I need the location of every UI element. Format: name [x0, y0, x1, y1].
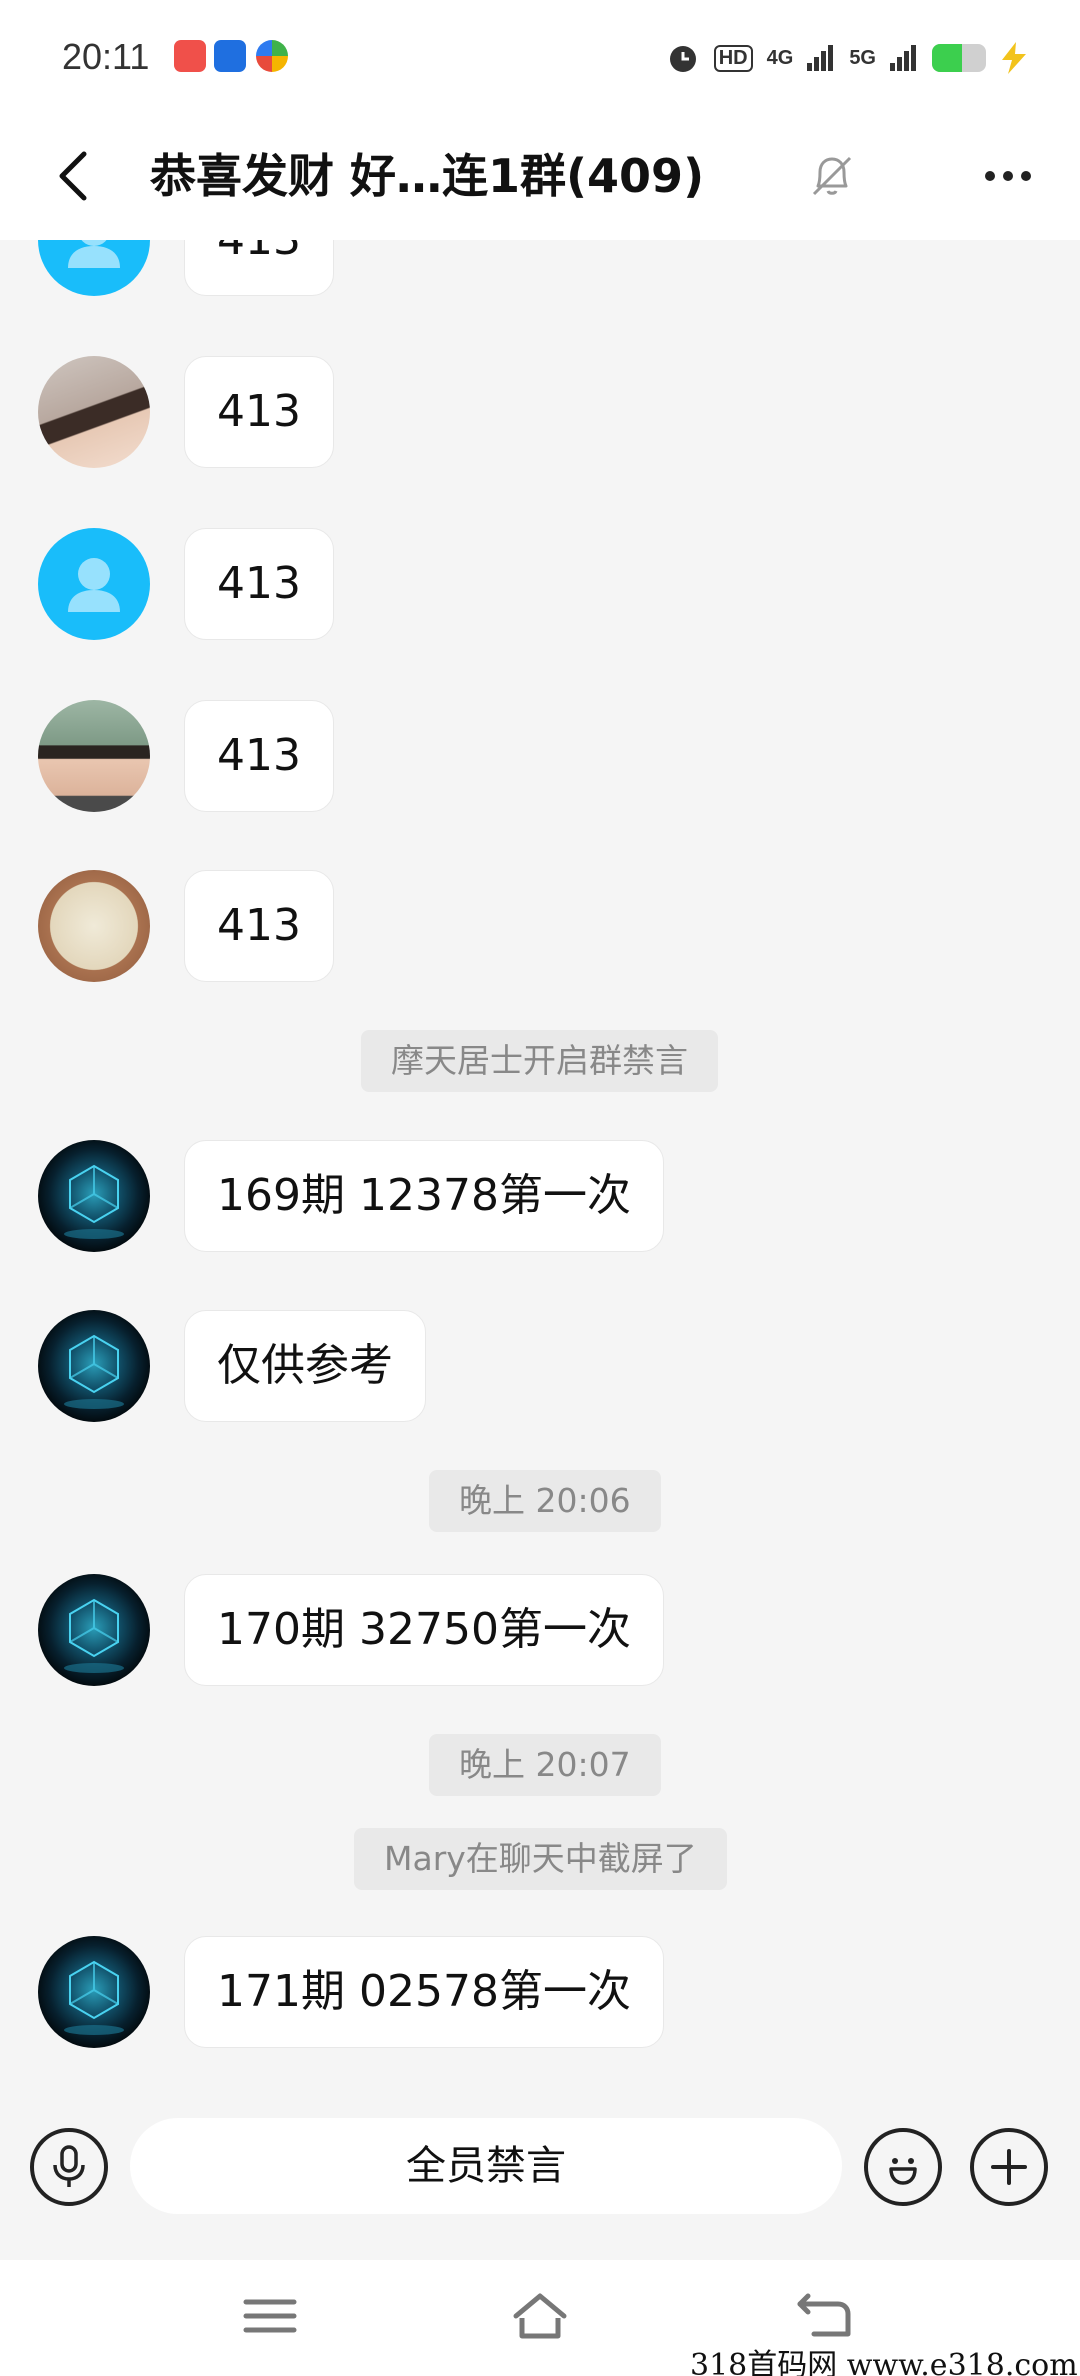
- signal-5g-icon: 5G: [849, 46, 876, 69]
- avatar[interactable]: [38, 1310, 150, 1422]
- avatar[interactable]: [38, 240, 150, 296]
- avatar[interactable]: [38, 356, 150, 468]
- alarm-icon: [669, 46, 696, 72]
- menu-icon[interactable]: [240, 2290, 300, 2342]
- message-input[interactable]: 全员禁言: [130, 2118, 842, 2214]
- cube-avatar-icon: [64, 1960, 124, 2035]
- more-icon: [1021, 171, 1031, 181]
- status-time: 20:11: [62, 36, 150, 77]
- cube-avatar-icon: [64, 1334, 124, 1409]
- avatar[interactable]: [38, 700, 150, 812]
- cube-avatar-icon: [64, 1598, 124, 1673]
- emoji-button[interactable]: [864, 2128, 942, 2206]
- avatar[interactable]: [38, 1574, 150, 1686]
- message-bubble[interactable]: 171期 02578第一次: [184, 1936, 664, 2048]
- battery-icon: [932, 44, 986, 72]
- back-button[interactable]: [36, 140, 108, 212]
- plus-icon: [991, 2149, 1027, 2185]
- signal-4g-icon: 4G: [766, 46, 794, 69]
- hd-icon: HD: [713, 44, 753, 72]
- system-notice: 摩天居士开启群禁言: [361, 1030, 718, 1092]
- battery-level: [932, 44, 962, 72]
- app-notification-icon: [174, 40, 206, 72]
- microphone-icon: [53, 2145, 85, 2187]
- chat-screen: 20:11 HD 4G 5G 恭喜发财 好…连1群(409) 413 413 4…: [0, 0, 1080, 2376]
- message-list[interactable]: 413 413 413 413 413 摩天: [0, 240, 1080, 2078]
- more-icon: [1003, 171, 1013, 181]
- back-nav-icon[interactable]: [794, 2290, 854, 2342]
- message-bubble[interactable]: 169期 12378第一次: [184, 1140, 664, 1252]
- status-icons: HD 4G 5G: [666, 38, 1028, 78]
- message-bubble[interactable]: 413: [184, 356, 334, 468]
- watermark: 318首码网 www.e318.com: [690, 2348, 1078, 2376]
- message-bubble[interactable]: 170期 32750第一次: [184, 1574, 664, 1686]
- app-notification-icon: [214, 40, 246, 72]
- voice-button[interactable]: [30, 2128, 108, 2206]
- avatar[interactable]: [38, 528, 150, 640]
- default-avatar-icon: [68, 558, 120, 612]
- more-button[interactable]: [972, 144, 1044, 208]
- message-bubble[interactable]: 413: [184, 870, 334, 982]
- back-icon: [59, 151, 87, 201]
- system-notice: Mary在聊天中截屏了: [354, 1828, 727, 1890]
- timestamp-notice: 晚上 20:06: [429, 1470, 661, 1532]
- avatar[interactable]: [38, 1936, 150, 2048]
- home-icon[interactable]: [510, 2290, 570, 2342]
- message-bubble[interactable]: 仅供参考: [184, 1310, 426, 1422]
- message-bubble[interactable]: 413: [184, 700, 334, 812]
- charging-icon: [1002, 42, 1026, 74]
- signal-bars-icon: [807, 45, 834, 71]
- add-button[interactable]: [970, 2128, 1048, 2206]
- message-bubble[interactable]: 413: [184, 240, 334, 296]
- chat-header: 恭喜发财 好…连1群(409): [0, 118, 1080, 240]
- message-bubble[interactable]: 413: [184, 528, 334, 640]
- mute-bell-icon: [812, 156, 852, 196]
- avatar[interactable]: [38, 870, 150, 982]
- app-notification-icon: [256, 40, 288, 72]
- default-avatar-icon: [68, 240, 120, 268]
- signal-bars-icon: [890, 45, 916, 71]
- status-bar: 20:11 HD 4G 5G: [0, 0, 1080, 118]
- cube-avatar-icon: [64, 1164, 124, 1239]
- page-title[interactable]: 恭喜发财 好…连1群(409): [150, 138, 790, 214]
- timestamp-notice: 晚上 20:07: [429, 1734, 661, 1796]
- avatar[interactable]: [38, 1140, 150, 1252]
- input-bar: 全员禁言: [0, 2078, 1080, 2260]
- emoji-icon: [889, 2158, 917, 2185]
- more-icon: [985, 171, 995, 181]
